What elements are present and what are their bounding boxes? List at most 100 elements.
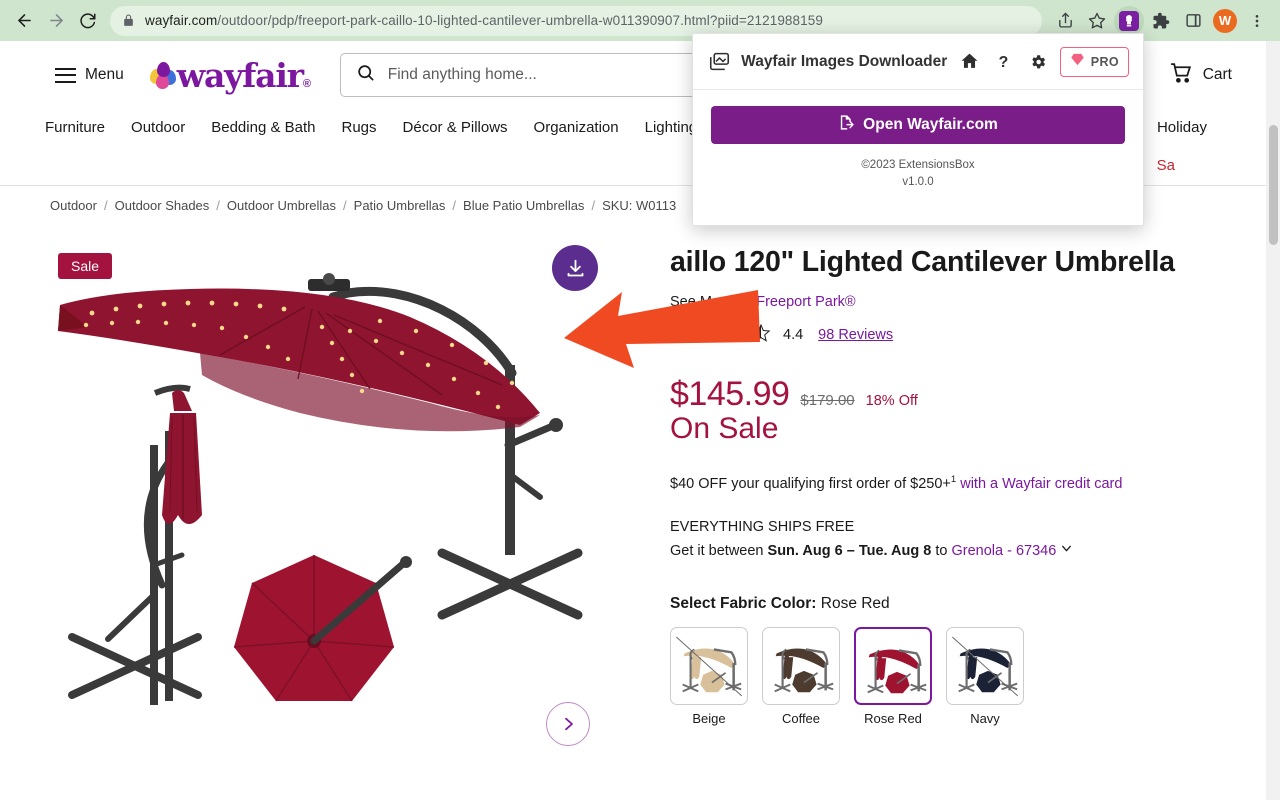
nav-item-lighting[interactable]: Lighting (645, 119, 698, 136)
copyright-text: ©2023 ExtensionsBox (861, 159, 975, 171)
images-icon (707, 49, 731, 75)
fabric-swatch-label: Navy (970, 711, 1000, 727)
breadcrumb-separator: / (216, 198, 220, 213)
current-price: $145.99 (670, 374, 790, 413)
rating-value: 4.4 (783, 327, 804, 344)
delivery-date-range: Sun. Aug 6 – Tue. Aug 8 (767, 542, 932, 559)
breadcrumb-item-outdoor[interactable]: Outdoor (50, 198, 97, 213)
sale-badge: Sale (58, 253, 113, 279)
fabric-color-label: Select Fabric Color: Rose Red (670, 595, 1190, 613)
breadcrumb-item-outdoor-umbrellas[interactable]: Outdoor Umbrellas (227, 198, 336, 213)
diamond-icon (1070, 52, 1085, 72)
wayfair-logo-text: wayfair (176, 55, 304, 95)
search-icon (356, 63, 375, 87)
cart-label: Cart (1202, 66, 1232, 83)
fabric-swatch-image (946, 627, 1024, 706)
product-main: Sale aillo 120" Lighted Cantilever Umbre… (0, 225, 1280, 746)
wayfair-downloader-extension-icon[interactable] (1114, 5, 1144, 36)
wayfair-logo-mark (149, 62, 176, 89)
discount-percent: 18% Off (865, 392, 918, 409)
extension-popup-body: Open Wayfair.com ©2023 ExtensionsBox v1.… (693, 90, 1143, 190)
home-icon[interactable] (957, 49, 981, 75)
external-link-icon (838, 114, 855, 136)
see-more-brand: See More by Freeport Park® (670, 294, 1190, 310)
extension-popup-header: Wayfair Images Downloader ? PRO (693, 34, 1143, 90)
product-info: aillo 120" Lighted Cantilever Umbrella S… (630, 225, 1190, 745)
credit-card-link[interactable]: with a Wayfair credit card (960, 476, 1122, 492)
reload-icon[interactable] (72, 5, 104, 37)
question-mark-icon[interactable]: ? (991, 49, 1015, 75)
fabric-swatch-image (670, 627, 748, 706)
see-more-prefix: See More by (670, 293, 753, 310)
star-icon[interactable] (1082, 6, 1112, 36)
price-line: $145.99 $179.00 18% Off (670, 375, 1190, 414)
gear-icon[interactable] (1026, 49, 1050, 75)
shipping-block: EVERYTHING SHIPS FREE Get it between Sun… (670, 516, 1190, 563)
version-text: v1.0.0 (902, 175, 934, 188)
scrollbar-thumb[interactable] (1269, 125, 1278, 245)
breadcrumb-separator: / (103, 198, 108, 213)
credit-card-offer: $40 OFF your qualifying first order of $… (670, 474, 1190, 492)
cart-icon (1169, 60, 1194, 90)
fabric-swatch-coffee[interactable]: Coffee (762, 627, 840, 726)
open-wayfair-button[interactable]: Open Wayfair.com (711, 106, 1125, 144)
forward-arrow-icon[interactable] (40, 5, 72, 37)
nav-item-bedding-bath[interactable]: Bedding & Bath (211, 119, 315, 136)
breadcrumb-separator: / (591, 198, 596, 213)
fabric-swatch-beige[interactable]: Beige (670, 627, 748, 726)
url-path: /outdoor/pdp/freeport-park-caillo-10-lig… (217, 13, 823, 28)
chevron-down-icon[interactable] (1060, 543, 1073, 559)
product-image[interactable] (50, 265, 620, 745)
pro-label: PRO (1090, 54, 1120, 69)
gallery-next-button[interactable] (546, 702, 590, 746)
nav-item-decor-pillows[interactable]: Décor & Pillows (403, 119, 508, 136)
breadcrumb-sku: SKU: W0113 (602, 198, 677, 213)
extensions-puzzle-icon[interactable] (1146, 6, 1176, 36)
fabric-swatch-rose-red[interactable]: Rose Red (854, 627, 932, 726)
address-bar[interactable]: wayfair.com/outdoor/pdp/freeport-park-ca… (110, 5, 1042, 36)
open-wayfair-label: Open Wayfair.com (863, 116, 998, 133)
lock-icon (122, 14, 135, 27)
fabric-swatch-list: Beige Coffee Rose Red Navy (670, 627, 1190, 726)
wayfair-logo[interactable]: wayfair ® (149, 55, 311, 95)
avatar[interactable]: W (1210, 6, 1240, 36)
page-scrollbar[interactable] (1266, 41, 1280, 800)
cart-button[interactable]: Cart (1169, 60, 1260, 90)
back-arrow-icon[interactable] (8, 5, 40, 37)
toolbar-icons: W (1050, 5, 1272, 36)
page-title: aillo 120" Lighted Cantilever Umbrella (670, 246, 1175, 278)
nav-item-outdoor[interactable]: Outdoor (131, 119, 185, 136)
delivery-to: to (935, 542, 948, 559)
side-panel-icon[interactable] (1178, 6, 1208, 36)
registered-mark: ® (302, 77, 311, 90)
nav-item-organization[interactable]: Organization (534, 119, 619, 136)
star-rating-icon (670, 323, 774, 347)
download-images-button[interactable] (552, 245, 598, 291)
fabric-swatch-label: Beige (692, 711, 726, 727)
fabric-swatch-navy[interactable]: Navy (946, 627, 1024, 726)
url-text: wayfair.com/outdoor/pdp/freeport-park-ca… (145, 13, 823, 28)
delivery-prefix: Get it between (670, 542, 764, 559)
share-icon[interactable] (1050, 6, 1080, 36)
menu-button[interactable]: Menu (55, 66, 124, 84)
rating-row: 4.4 98 Reviews (670, 323, 1190, 347)
nav-item-rugs[interactable]: Rugs (341, 119, 376, 136)
delivery-location-link[interactable]: Grenola - 67346 (952, 543, 1057, 559)
price-block: $145.99 $179.00 18% Off On Sale (670, 375, 1190, 447)
breadcrumb-item-blue-patio-umbrellas[interactable]: Blue Patio Umbrellas (463, 198, 584, 213)
three-dot-menu-icon[interactable] (1242, 6, 1272, 36)
original-price: $179.00 (800, 391, 855, 409)
breadcrumb-item-patio-umbrellas[interactable]: Patio Umbrellas (354, 198, 446, 213)
reviews-link[interactable]: 98 Reviews (818, 327, 893, 343)
pro-badge[interactable]: PRO (1059, 46, 1130, 77)
credit-offer-text: $40 OFF your qualifying first order of $… (670, 476, 951, 493)
on-sale-label: On Sale (670, 411, 779, 445)
nav-item-furniture[interactable]: Furniture (45, 119, 105, 136)
nav-item-sale[interactable]: Sa (1157, 157, 1175, 174)
nav-item-holiday[interactable]: Holiday (1157, 119, 1235, 136)
breadcrumb-item-outdoor-shades[interactable]: Outdoor Shades (115, 198, 210, 213)
product-gallery: Sale (50, 225, 630, 746)
fabric-selected-value: Rose Red (820, 595, 890, 613)
breadcrumb-separator: / (343, 198, 347, 213)
brand-link[interactable]: Freeport Park® (756, 294, 855, 310)
